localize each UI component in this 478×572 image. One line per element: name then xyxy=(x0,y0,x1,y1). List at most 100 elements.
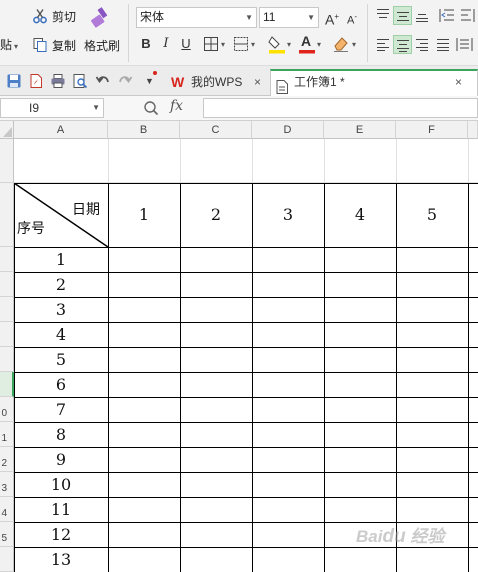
serial-cell[interactable]: 7 xyxy=(14,400,108,419)
serial-cell[interactable]: 2 xyxy=(14,275,108,294)
tab-my-wps[interactable]: W 我的WPS × xyxy=(168,69,267,96)
day-header-cell[interactable]: 2 xyxy=(180,205,252,224)
row-header[interactable]: 3 xyxy=(0,472,14,497)
serial-cell[interactable]: 4 xyxy=(14,325,108,344)
serial-cell[interactable]: 10 xyxy=(14,475,108,494)
row-header[interactable] xyxy=(0,547,14,572)
row-header[interactable] xyxy=(0,347,14,372)
font-name-select[interactable]: 宋体 ▼ xyxy=(136,7,257,28)
serial-cell[interactable]: 5 xyxy=(14,350,108,369)
bold-button[interactable]: B xyxy=(136,34,156,54)
serial-cell[interactable]: 8 xyxy=(14,425,108,444)
justify-button[interactable] xyxy=(434,35,453,54)
export-pdf-icon[interactable] xyxy=(28,73,44,89)
copy-button[interactable]: 复制 xyxy=(52,38,76,54)
row-header[interactable]: 5 xyxy=(0,522,14,547)
row-header[interactable] xyxy=(0,139,14,183)
serial-cell[interactable]: 11 xyxy=(14,500,108,519)
paste-dropdown-icon[interactable]: ▾ xyxy=(14,42,22,51)
column-header[interactable]: A xyxy=(14,121,108,139)
merge-cells-icon[interactable] xyxy=(233,36,249,52)
format-painter-icon[interactable] xyxy=(90,5,112,29)
scissors-icon[interactable] xyxy=(32,8,48,24)
distributed-align-button[interactable] xyxy=(455,35,474,54)
row-header[interactable] xyxy=(0,372,14,397)
column-header[interactable] xyxy=(468,121,478,139)
insert-function-button[interactable]: fx xyxy=(170,98,183,114)
serial-cell[interactable]: 6 xyxy=(14,375,108,394)
serial-cell[interactable]: 13 xyxy=(14,550,108,569)
column-header[interactable]: E xyxy=(324,121,396,139)
gridline-vertical xyxy=(324,139,325,183)
day-header-cell[interactable]: 1 xyxy=(108,205,180,224)
spreadsheet-doc-icon xyxy=(276,77,288,94)
underline-button[interactable]: U xyxy=(176,34,196,54)
table-border-row xyxy=(14,247,478,248)
print-icon[interactable] xyxy=(50,73,66,89)
undo-icon[interactable] xyxy=(95,73,111,89)
row-header[interactable]: 2 xyxy=(0,447,14,472)
redo-icon[interactable] xyxy=(117,73,133,89)
row-header[interactable]: 0 xyxy=(0,397,14,422)
day-header-cell[interactable]: 3 xyxy=(252,205,324,224)
row-header-number: 1 xyxy=(1,433,7,444)
select-all-corner[interactable] xyxy=(0,121,14,139)
italic-button[interactable]: I xyxy=(156,34,176,54)
align-center-button[interactable] xyxy=(393,35,412,54)
chevron-down-icon[interactable]: ▾ xyxy=(352,40,356,49)
serial-cell[interactable]: 3 xyxy=(14,300,108,319)
row-header[interactable] xyxy=(0,183,14,247)
eraser-icon[interactable] xyxy=(333,35,349,53)
border-icon[interactable] xyxy=(203,36,219,52)
chevron-down-icon[interactable]: ▾ xyxy=(251,40,255,49)
indent-increase-button[interactable] xyxy=(458,6,477,25)
chevron-down-icon[interactable]: ▾ xyxy=(317,40,321,49)
format-painter-button[interactable]: 格式刷 xyxy=(84,38,120,54)
align-left-button[interactable] xyxy=(374,35,393,54)
paste-button[interactable]: 粘贴 xyxy=(0,37,12,53)
row-header[interactable] xyxy=(0,322,14,347)
row-header[interactable] xyxy=(0,297,14,322)
column-header[interactable]: F xyxy=(396,121,468,139)
copy-icon[interactable] xyxy=(32,37,48,53)
row-header[interactable] xyxy=(0,247,14,272)
row-header[interactable]: 1 xyxy=(0,422,14,447)
formula-input[interactable] xyxy=(203,98,478,118)
column-header[interactable]: D xyxy=(252,121,324,139)
day-header-cell[interactable]: 5 xyxy=(396,205,468,224)
save-icon[interactable] xyxy=(6,73,22,89)
name-box[interactable]: I9 ▼ xyxy=(0,98,104,118)
increase-font-button[interactable]: A+ xyxy=(322,7,342,28)
cut-button[interactable]: 剪切 xyxy=(52,9,76,25)
serial-cell[interactable]: 1 xyxy=(14,250,108,269)
chevron-down-icon[interactable]: ▾ xyxy=(221,40,225,49)
tab-my-wps-label: 我的WPS xyxy=(191,75,243,89)
indent-decrease-button[interactable] xyxy=(438,6,457,25)
serial-cell[interactable]: 9 xyxy=(14,450,108,469)
row-header[interactable]: 4 xyxy=(0,497,14,522)
day-header-cell[interactable]: 4 xyxy=(324,205,396,224)
align-top-button[interactable] xyxy=(374,6,393,25)
serial-cell[interactable]: 12 xyxy=(14,525,108,544)
print-preview-icon[interactable] xyxy=(72,73,88,89)
customize-toolbar-icon[interactable]: ▼ xyxy=(145,71,161,89)
tab-workbook[interactable]: 工作簿1 * × xyxy=(270,69,478,96)
column-header[interactable]: C xyxy=(180,121,252,139)
font-size-select[interactable]: 11 ▼ xyxy=(259,7,319,28)
table-header-corner-cell[interactable]: 日期 序号 xyxy=(14,183,108,247)
ribbon-separator xyxy=(128,4,129,62)
chevron-down-icon[interactable]: ▾ xyxy=(287,40,291,49)
align-right-button[interactable] xyxy=(413,35,432,54)
decrease-font-button[interactable]: A- xyxy=(342,7,362,27)
align-bottom-button[interactable] xyxy=(413,6,432,25)
wps-logo-icon: W xyxy=(171,74,185,90)
close-icon[interactable]: × xyxy=(455,69,462,96)
font-name-value: 宋体 xyxy=(140,10,165,24)
align-middle-button[interactable] xyxy=(393,6,412,25)
row-header[interactable] xyxy=(0,272,14,297)
zoom-search-icon[interactable] xyxy=(143,100,159,116)
close-icon[interactable]: × xyxy=(254,69,261,96)
fill-color-icon[interactable] xyxy=(268,34,286,54)
font-color-icon[interactable]: A xyxy=(298,33,316,54)
column-header[interactable]: B xyxy=(108,121,180,139)
